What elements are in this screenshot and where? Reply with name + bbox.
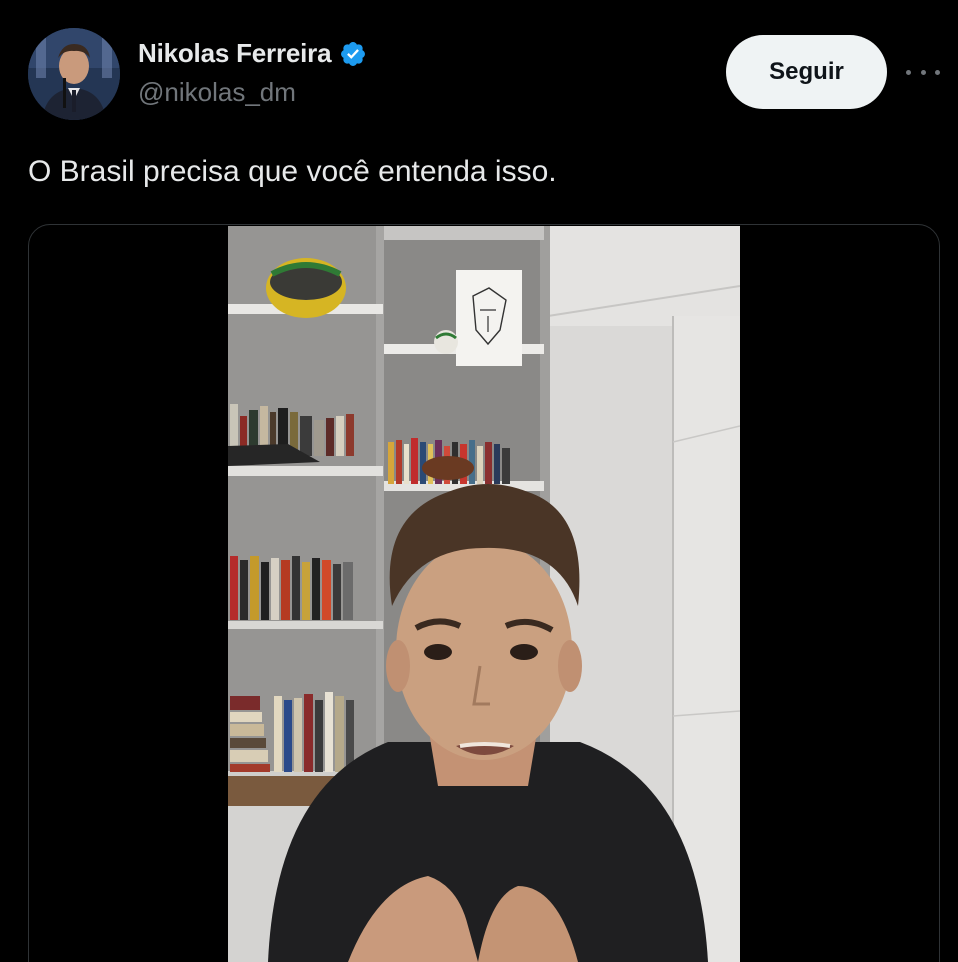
video-frame: [228, 226, 740, 962]
author-name[interactable]: Nikolas Ferreira: [138, 38, 332, 69]
video-player[interactable]: [228, 226, 740, 962]
author-block: Nikolas Ferreira @nikolas_dm: [138, 38, 367, 108]
follow-button[interactable]: Seguir: [726, 35, 887, 109]
post-text: O Brasil precisa que você entenda isso.: [28, 155, 557, 188]
verified-badge-icon: [339, 40, 367, 68]
tweet: Nikolas Ferreira @nikolas_dm Seguir O Br…: [0, 0, 958, 962]
avatar[interactable]: [28, 28, 120, 120]
more-horizontal-icon[interactable]: [906, 58, 940, 86]
avatar-image: [28, 28, 120, 120]
author-handle[interactable]: @nikolas_dm: [138, 77, 367, 108]
